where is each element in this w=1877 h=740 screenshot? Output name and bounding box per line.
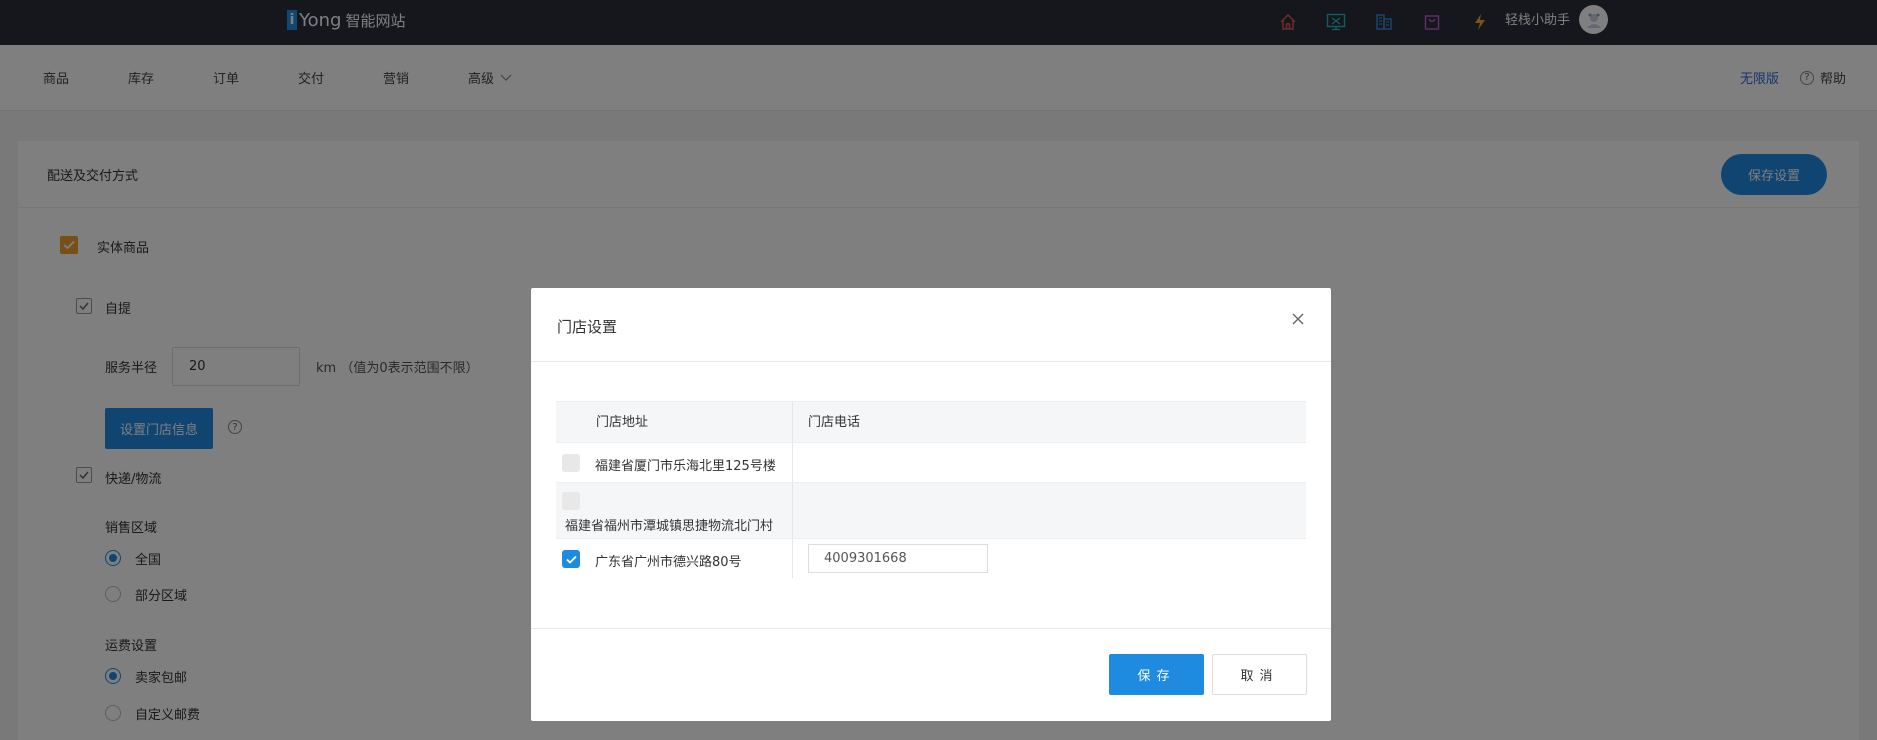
address-cell: 广东省广州市德兴路80号	[556, 539, 793, 578]
table-header: 门店地址 门店电话	[556, 401, 1306, 442]
row-checkbox[interactable]	[562, 454, 580, 472]
modal-cancel-button[interactable]: 取消	[1212, 654, 1307, 695]
store-address: 广东省广州市德兴路80号	[595, 555, 742, 570]
store-settings-modal: 门店设置 门店地址 门店电话 福建省厦门市乐海北里125号楼 福建省福州市潭城镇…	[531, 288, 1331, 721]
store-address: 福建省厦门市乐海北里125号楼	[595, 459, 776, 474]
store-phone-input[interactable]: 4009301668	[808, 544, 988, 573]
close-icon[interactable]	[1289, 310, 1307, 328]
column-header-phone: 门店电话	[808, 415, 861, 430]
phone-cell	[793, 483, 1306, 538]
address-cell: 福建省厦门市乐海北里125号楼	[556, 443, 793, 482]
address-cell: 福建省福州市潭城镇思捷物流北门村	[556, 483, 793, 538]
column-header-address: 门店地址	[556, 402, 793, 442]
phone-cell: 4009301668	[793, 539, 1306, 578]
modal-header: 门店设置	[531, 288, 1331, 362]
phone-cell	[793, 443, 1306, 482]
store-table: 门店地址 门店电话 福建省厦门市乐海北里125号楼 福建省福州市潭城镇思捷物流北…	[556, 401, 1306, 578]
table-row[interactable]: 福建省厦门市乐海北里125号楼	[556, 442, 1306, 482]
table-row[interactable]: 福建省福州市潭城镇思捷物流北门村	[556, 482, 1306, 538]
row-checkbox[interactable]	[562, 492, 580, 510]
modal-title: 门店设置	[557, 318, 618, 336]
modal-footer: 保存 取消	[531, 628, 1331, 721]
check-icon	[565, 555, 577, 564]
table-row[interactable]: 广东省广州市德兴路80号 4009301668	[556, 538, 1306, 578]
row-checkbox[interactable]	[562, 550, 580, 568]
store-address: 福建省福州市潭城镇思捷物流北门村	[565, 519, 774, 534]
modal-save-button[interactable]: 保存	[1109, 654, 1204, 695]
